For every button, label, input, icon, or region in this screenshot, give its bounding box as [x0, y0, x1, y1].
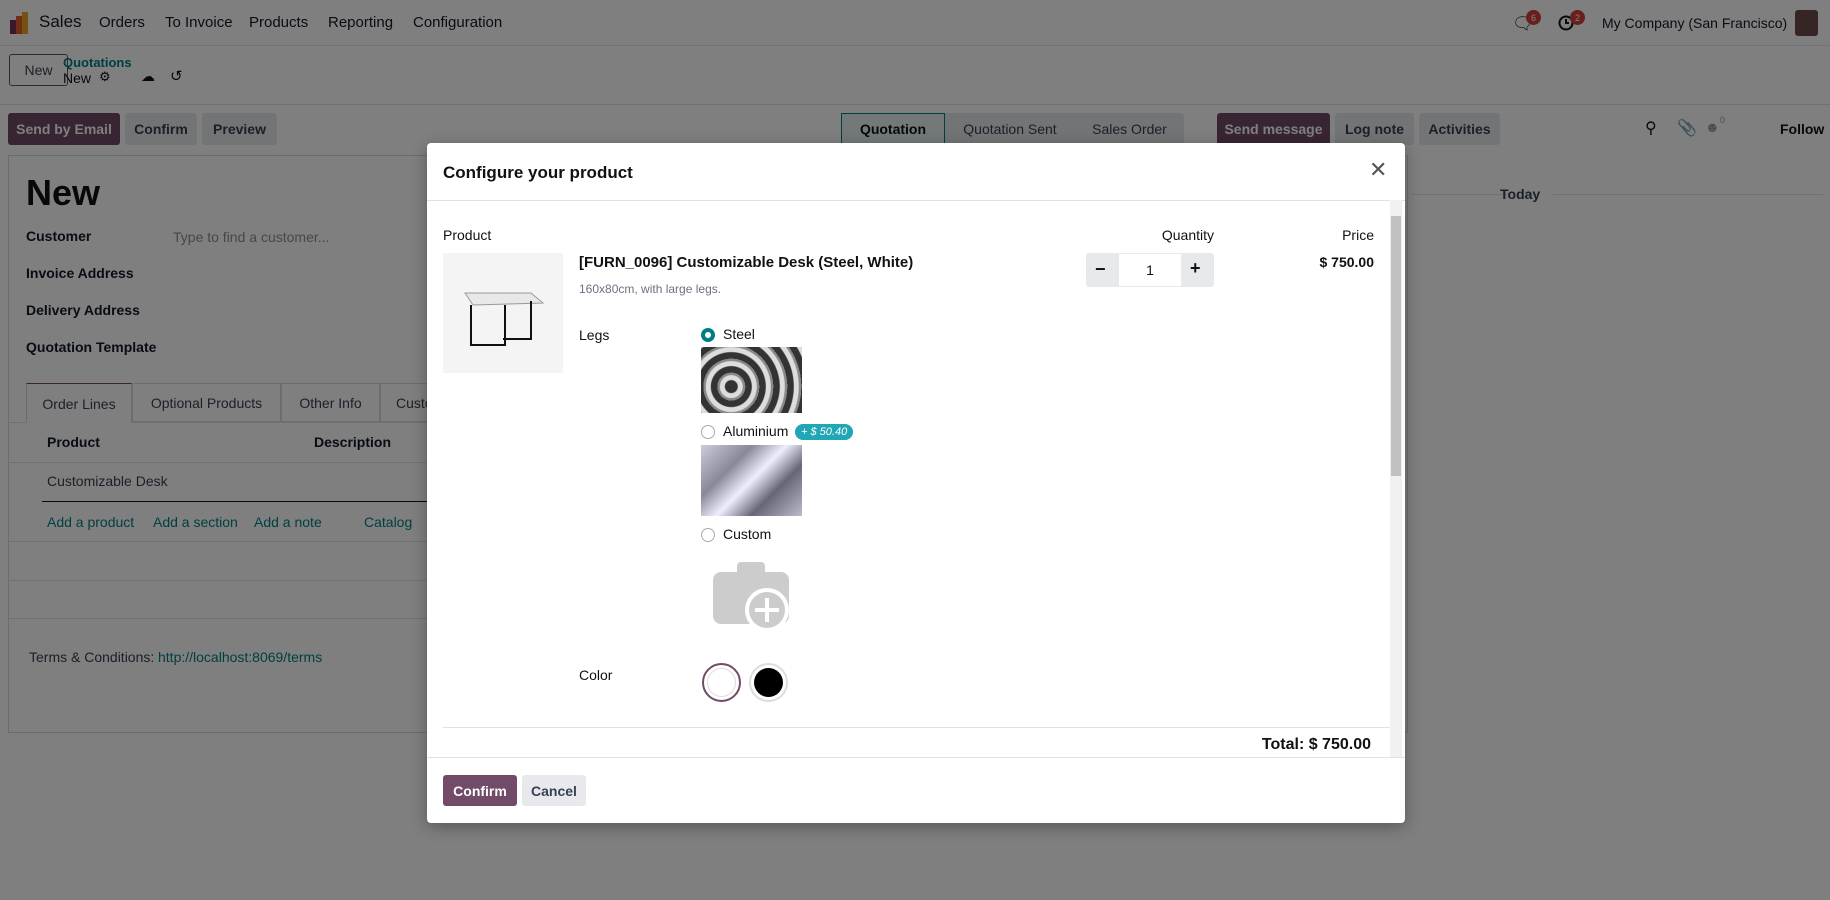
camera-plus-icon: [713, 562, 789, 632]
increase-quantity-button[interactable]: +: [1190, 258, 1201, 279]
desk-icon: [464, 292, 545, 346]
legs-label: Legs: [579, 327, 610, 343]
product-image: [443, 253, 563, 373]
divider: [443, 727, 1399, 728]
legs-aluminium-label[interactable]: Aluminium: [723, 423, 788, 439]
color-black-swatch[interactable]: [749, 663, 788, 702]
dialog-title: Configure your product: [443, 163, 633, 182]
dialog-confirm-button[interactable]: Confirm: [443, 775, 517, 806]
scrollbar[interactable]: [1390, 200, 1402, 757]
column-quantity: Quantity: [1161, 227, 1214, 243]
color-label: Color: [579, 667, 613, 683]
aluminium-image: [701, 445, 802, 516]
quantity-input[interactable]: 1: [1119, 254, 1181, 286]
close-icon[interactable]: ✕: [1369, 157, 1387, 183]
total-price: Total: $ 750.00: [1261, 736, 1371, 753]
legs-custom-radio[interactable]: [701, 528, 715, 542]
color-white-swatch[interactable]: [702, 663, 741, 702]
price-extra-badge: + $ 50.40: [795, 424, 854, 440]
divider: [427, 757, 1405, 758]
divider: [427, 200, 1405, 201]
dialog-cancel-button[interactable]: Cancel: [522, 775, 586, 806]
product-description: 160x80cm, with large legs.: [579, 282, 722, 296]
legs-steel-radio[interactable]: [701, 328, 715, 342]
legs-steel-label[interactable]: Steel: [723, 326, 755, 342]
legs-aluminium-radio[interactable]: [701, 425, 715, 439]
quantity-stepper: − 1 +: [1086, 253, 1214, 287]
steel-image: [701, 347, 802, 413]
column-product: Product: [443, 227, 492, 243]
product-price: $ 750.00: [1319, 254, 1375, 270]
product-name: [FURN_0096] Customizable Desk (Steel, Wh…: [579, 254, 914, 271]
column-price: Price: [1342, 227, 1374, 243]
decrease-quantity-button[interactable]: −: [1095, 259, 1106, 280]
legs-custom-label[interactable]: Custom: [723, 526, 771, 542]
scrollbar-thumb[interactable]: [1391, 216, 1401, 476]
configure-product-dialog: Configure your product ✕ Product Quantit…: [427, 143, 1405, 823]
